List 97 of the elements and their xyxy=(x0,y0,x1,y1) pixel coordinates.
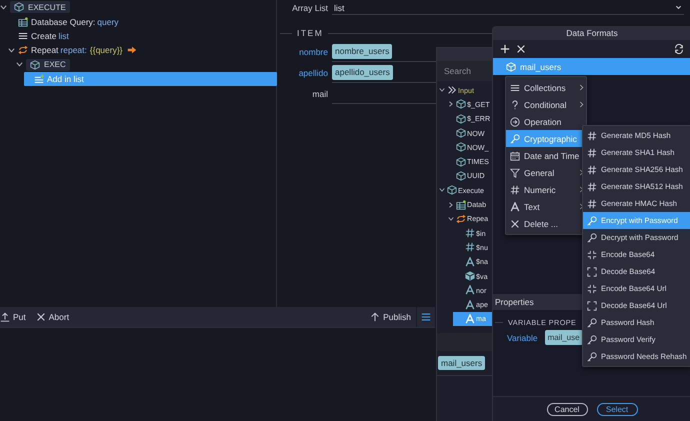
hash-icon xyxy=(587,198,597,208)
cube-icon xyxy=(506,62,516,72)
menu-item[interactable]: Operation xyxy=(506,113,586,130)
field-label: Variable xyxy=(506,332,539,342)
letter-a-icon xyxy=(510,202,520,212)
cube-icon xyxy=(14,2,24,12)
letter-a-icon xyxy=(464,300,474,310)
list-icon xyxy=(18,30,28,41)
caret-icon[interactable] xyxy=(439,187,445,194)
menu-item[interactable]: Text xyxy=(506,198,586,215)
arrow-right-icon xyxy=(126,45,137,56)
upload-icon xyxy=(0,312,10,322)
key-icon xyxy=(587,232,597,242)
hash-icon xyxy=(510,184,520,194)
list-add-icon xyxy=(34,74,44,84)
key-icon xyxy=(587,334,597,344)
cube-icon xyxy=(456,170,466,181)
hash-icon xyxy=(464,228,474,238)
toolbar-button[interactable]: Publish xyxy=(365,307,416,327)
repeat-icon xyxy=(18,45,28,56)
caret-icon xyxy=(675,4,682,11)
input-field[interactable]: apellido_users xyxy=(332,64,393,80)
caret-icon[interactable] xyxy=(439,87,445,94)
menu-item[interactable]: Conditional xyxy=(506,96,586,113)
close-icon xyxy=(36,312,46,322)
refresh-icon xyxy=(674,44,684,54)
tree-item[interactable]: Create list xyxy=(8,28,276,44)
cube-icon xyxy=(456,128,466,138)
tree-item[interactable]: EXECUTE xyxy=(0,0,276,14)
cube-icon xyxy=(30,60,40,70)
key-icon xyxy=(587,352,597,362)
tree-item[interactable]: Database Query: query xyxy=(8,14,276,29)
toolbar-button[interactable]: Put xyxy=(0,307,31,327)
close-icon xyxy=(516,44,526,54)
circle-arrow-icon xyxy=(510,116,520,126)
menu-icon xyxy=(421,312,431,322)
close-icon xyxy=(510,218,520,228)
cube-icon xyxy=(456,114,466,124)
tree-item[interactable]: EXEC xyxy=(16,58,276,72)
section-heading: ITEM xyxy=(297,28,324,38)
menu-item[interactable]: Date and Time xyxy=(506,147,586,164)
field-label: nombre xyxy=(298,46,329,56)
menu-item[interactable]: General xyxy=(506,164,586,181)
field-label: Array List xyxy=(291,3,329,13)
compress-icon xyxy=(587,250,597,260)
letter-a-icon xyxy=(464,285,474,296)
menu-item[interactable]: Numeric xyxy=(506,181,586,198)
menu-item[interactable]: Delete ... xyxy=(506,215,586,232)
input-field[interactable]: mail_use xyxy=(544,330,583,345)
menu-item[interactable]: Collections xyxy=(506,79,586,96)
plus-icon xyxy=(500,44,510,54)
caret-icon[interactable] xyxy=(16,61,23,68)
dropdown[interactable]: list xyxy=(332,1,684,15)
arrow-up-icon xyxy=(370,312,380,322)
repeat-icon xyxy=(456,214,466,224)
question-icon xyxy=(510,100,520,110)
list-icon xyxy=(510,82,520,92)
input-field[interactable]: nombre_users xyxy=(332,44,392,58)
caret-icon[interactable] xyxy=(448,101,454,108)
key-icon xyxy=(587,318,597,328)
hash-icon xyxy=(587,164,597,174)
cube-icon xyxy=(456,156,466,167)
caret-icon[interactable] xyxy=(8,46,15,54)
tree-item[interactable]: Repeat repeat: {{query}} xyxy=(8,43,276,58)
table-icon xyxy=(18,16,28,27)
double-chevron-icon xyxy=(446,85,456,96)
compress-icon xyxy=(587,284,597,294)
hash-icon xyxy=(587,148,597,158)
select-button[interactable]: Select xyxy=(596,402,638,416)
filter-icon xyxy=(510,168,520,178)
key-icon xyxy=(587,216,597,226)
cube-icon xyxy=(446,185,456,196)
hash-icon xyxy=(587,130,597,140)
calendar-icon xyxy=(510,150,520,160)
letter-a-icon xyxy=(464,256,474,267)
variable-tag: mail_users xyxy=(438,356,486,370)
block-badge: EXEC xyxy=(26,58,70,71)
key-icon xyxy=(510,134,520,144)
search-field[interactable]: Search xyxy=(437,61,495,81)
block-badge: EXECUTE xyxy=(10,1,70,14)
expand-icon xyxy=(587,300,597,310)
hash-icon xyxy=(464,242,474,252)
hash-icon xyxy=(587,182,597,192)
table-icon xyxy=(456,200,466,210)
field-label: apellido xyxy=(298,68,329,78)
cube-icon xyxy=(456,99,466,110)
expand-icon xyxy=(587,266,597,276)
caret-icon[interactable] xyxy=(448,202,454,208)
caret-icon[interactable] xyxy=(448,216,454,222)
cancel-button[interactable]: Cancel xyxy=(546,402,588,416)
toolbar-button[interactable]: Abort xyxy=(30,307,74,327)
letter-a-icon xyxy=(464,314,474,324)
caret-icon[interactable] xyxy=(0,4,7,11)
cube-icon xyxy=(464,271,474,281)
field-label: mail xyxy=(311,88,329,98)
dialog-title: Data Formats xyxy=(493,26,690,40)
cube-icon xyxy=(456,142,466,152)
